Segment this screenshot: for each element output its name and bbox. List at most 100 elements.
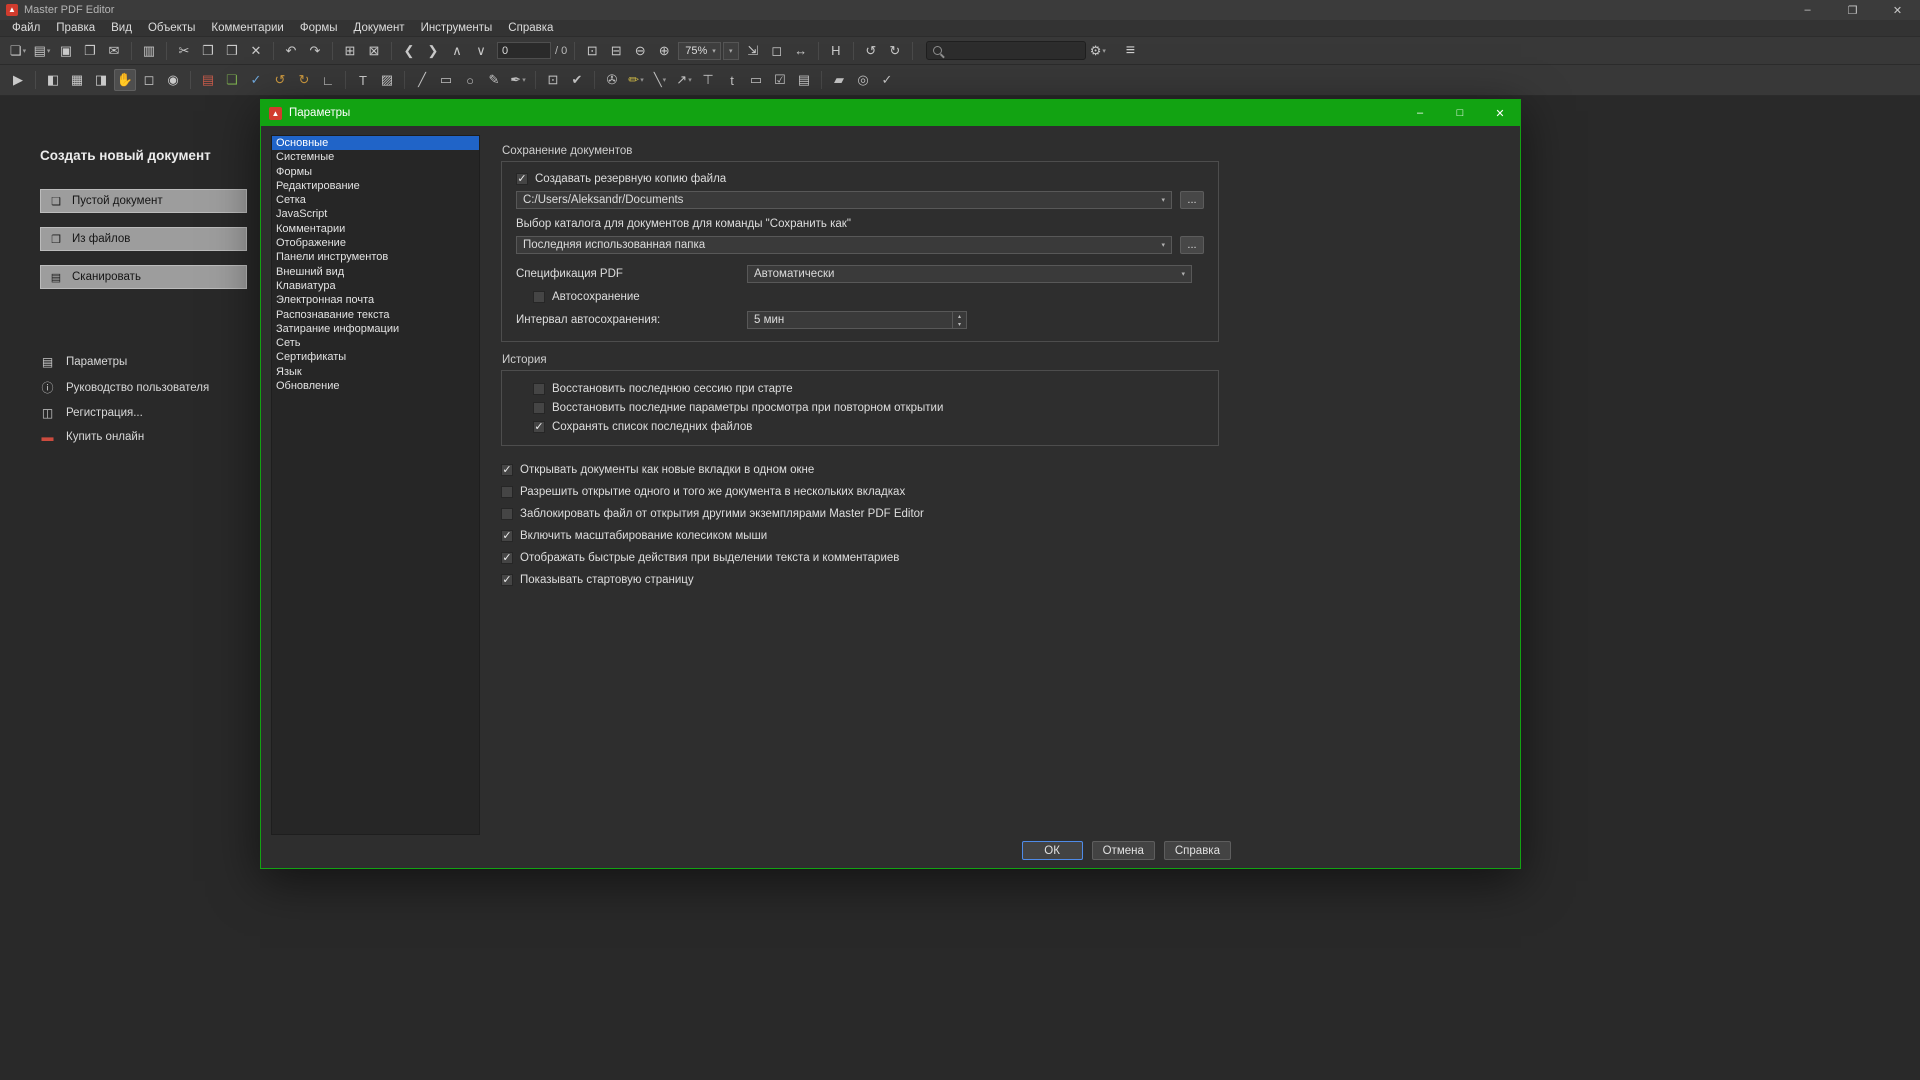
typewriter-button[interactable]: t bbox=[721, 69, 743, 91]
push-button-field-button[interactable]: ▭ bbox=[745, 69, 767, 91]
checkbox-row[interactable]: Отображать быстрые действия при выделени… bbox=[501, 552, 1219, 564]
save-as-folder-combo[interactable]: Последняя использованная папка ▾ bbox=[516, 236, 1172, 254]
new-document-button[interactable]: ❏ ▾ bbox=[7, 40, 29, 62]
undo-button[interactable]: ↶ bbox=[280, 40, 302, 62]
close-button[interactable]: ✕ bbox=[1875, 0, 1920, 20]
copy-button[interactable]: ❐ bbox=[197, 40, 219, 62]
checkbox[interactable] bbox=[501, 486, 513, 498]
checkbox[interactable] bbox=[533, 383, 545, 395]
measure-button[interactable]: ∟ bbox=[317, 69, 339, 91]
hamburger-menu-button[interactable]: ≡ bbox=[1126, 42, 1135, 60]
snap-to-grid-button[interactable]: ⊠ bbox=[363, 40, 385, 62]
text-box-button[interactable]: ⊤ bbox=[697, 69, 719, 91]
spinner-up-icon[interactable]: ▴ bbox=[953, 312, 966, 320]
hand-tool-button[interactable]: ✋ bbox=[114, 69, 136, 91]
snapshot-button[interactable]: ◉ bbox=[162, 69, 184, 91]
category-item[interactable]: Формы bbox=[272, 165, 479, 179]
category-item[interactable]: Системные bbox=[272, 150, 479, 164]
maximize-button[interactable]: ❐ bbox=[1830, 0, 1875, 20]
backup-checkbox[interactable] bbox=[516, 173, 528, 185]
category-item[interactable]: Электронная почта bbox=[272, 293, 479, 307]
paste-button[interactable]: ❒ bbox=[221, 40, 243, 62]
fit-width-button[interactable]: ↔ bbox=[790, 40, 812, 62]
checkbox[interactable] bbox=[533, 402, 545, 414]
category-item[interactable]: Распознавание текста bbox=[272, 308, 479, 322]
checkbox[interactable] bbox=[533, 421, 545, 433]
edit-document-button[interactable]: ▦ bbox=[66, 69, 88, 91]
cut-button[interactable]: ✂ bbox=[173, 40, 195, 62]
category-item[interactable]: JavaScript bbox=[272, 207, 479, 221]
checkbox-row[interactable]: Восстановить последние параметры просмот… bbox=[533, 402, 1204, 414]
category-item[interactable]: Клавиатура bbox=[272, 279, 479, 293]
select-text-button[interactable]: ◻ bbox=[138, 69, 160, 91]
spell-check-button[interactable]: ✓ bbox=[876, 69, 898, 91]
category-item[interactable]: Язык bbox=[272, 365, 479, 379]
attach-file-button[interactable]: ✇ bbox=[601, 69, 623, 91]
dialog-maximize-button[interactable]: □ bbox=[1440, 100, 1480, 126]
first-page-button[interactable]: ∧ bbox=[446, 40, 468, 62]
category-item[interactable]: Отображение bbox=[272, 236, 479, 250]
open-button[interactable]: ▤ ▾ bbox=[31, 40, 53, 62]
email-button[interactable]: ✉ bbox=[103, 40, 125, 62]
rotate-pages-cw-button[interactable]: ↻ bbox=[293, 69, 315, 91]
autosave-checkbox[interactable] bbox=[533, 291, 545, 303]
list-box-field-button[interactable]: ▤ bbox=[793, 69, 815, 91]
signature-button[interactable]: ✒ ▾ bbox=[507, 69, 529, 91]
last-page-button[interactable]: ∨ bbox=[470, 40, 492, 62]
category-item[interactable]: Редактирование bbox=[272, 179, 479, 193]
checkbox[interactable] bbox=[501, 464, 513, 476]
form-check-button[interactable]: ✔ bbox=[566, 69, 588, 91]
checkbox-row[interactable]: Показывать стартовую страницу bbox=[501, 574, 1219, 586]
highlight-fields-button[interactable]: H bbox=[825, 40, 847, 62]
category-item[interactable]: Обновление bbox=[272, 379, 479, 393]
fit-visible-button[interactable]: ⇲ bbox=[742, 40, 764, 62]
page-number-input[interactable] bbox=[497, 42, 551, 59]
rectangle-tool-button[interactable]: ▭ bbox=[435, 69, 457, 91]
menu-item[interactable]: Объекты bbox=[140, 21, 203, 35]
add-image-button[interactable]: ▨ bbox=[376, 69, 398, 91]
spinner-down-icon[interactable]: ▾ bbox=[953, 320, 966, 328]
checkbox[interactable] bbox=[501, 530, 513, 542]
scan-button[interactable]: ▤ Сканировать bbox=[40, 265, 247, 289]
search-input[interactable] bbox=[948, 45, 1079, 57]
from-files-button[interactable]: ❐ Из файлов bbox=[40, 227, 247, 251]
previous-page-button[interactable]: ❮ bbox=[398, 40, 420, 62]
blank-document-button[interactable]: ❏ Пустой документ bbox=[40, 189, 247, 213]
print-button[interactable]: ▥ bbox=[138, 40, 160, 62]
zoom-out-button[interactable]: ⊖ bbox=[629, 40, 651, 62]
ellipse-tool-button[interactable]: ○ bbox=[459, 69, 481, 91]
stamp-button[interactable]: ⊡ bbox=[542, 69, 564, 91]
ok-button[interactable]: ОК bbox=[1022, 841, 1083, 860]
next-page-button[interactable]: ❯ bbox=[422, 40, 444, 62]
edit-page-button[interactable]: ◧ bbox=[42, 69, 64, 91]
browse-save-as-button[interactable]: ... bbox=[1180, 236, 1204, 254]
autosave-checkbox-row[interactable]: Автосохранение bbox=[533, 291, 1204, 303]
save-copy-button[interactable]: ❐ bbox=[79, 40, 101, 62]
checkbox-field-button[interactable]: ☑ bbox=[769, 69, 791, 91]
rotate-ccw-button[interactable]: ↺ bbox=[860, 40, 882, 62]
menu-item[interactable]: Формы bbox=[292, 21, 346, 35]
pdf-spec-combo[interactable]: Автоматически ▾ bbox=[747, 265, 1192, 283]
pencil-tool-button[interactable]: ✎ bbox=[483, 69, 505, 91]
backup-path-combo[interactable]: C:/Users/Aleksandr/Documents ▾ bbox=[516, 191, 1172, 209]
autosave-interval-spinner[interactable]: 5 мин ▴ ▾ bbox=[747, 311, 967, 329]
checkbox[interactable] bbox=[501, 574, 513, 586]
checkbox[interactable] bbox=[501, 552, 513, 564]
eraser-button[interactable]: ▰ bbox=[828, 69, 850, 91]
category-item[interactable]: Затирание информации bbox=[272, 322, 479, 336]
save-button[interactable]: ▣ bbox=[55, 40, 77, 62]
checkbox-row[interactable]: Сохранять список последних файлов bbox=[533, 421, 1204, 433]
category-item[interactable]: Комментарии bbox=[272, 222, 479, 236]
menu-item[interactable]: Вид bbox=[103, 21, 140, 35]
category-item[interactable]: Внешний вид bbox=[272, 265, 479, 279]
dialog-titlebar[interactable]: ▲ Параметры – □ ✕ bbox=[261, 100, 1520, 126]
show-grid-button[interactable]: ⊞ bbox=[339, 40, 361, 62]
line-annotation-button[interactable]: ╲ ▾ bbox=[649, 69, 671, 91]
menu-item[interactable]: Документ bbox=[346, 21, 413, 35]
delete-button[interactable]: ✕ bbox=[245, 40, 267, 62]
highlight-text-button[interactable]: ✏ ▾ bbox=[625, 69, 647, 91]
sticky-note-button[interactable]: ❏ bbox=[221, 69, 243, 91]
spinner-arrows[interactable]: ▴ ▾ bbox=[952, 312, 966, 328]
zoom-in-button[interactable]: ⊕ bbox=[653, 40, 675, 62]
minimize-button[interactable]: – bbox=[1785, 0, 1830, 20]
